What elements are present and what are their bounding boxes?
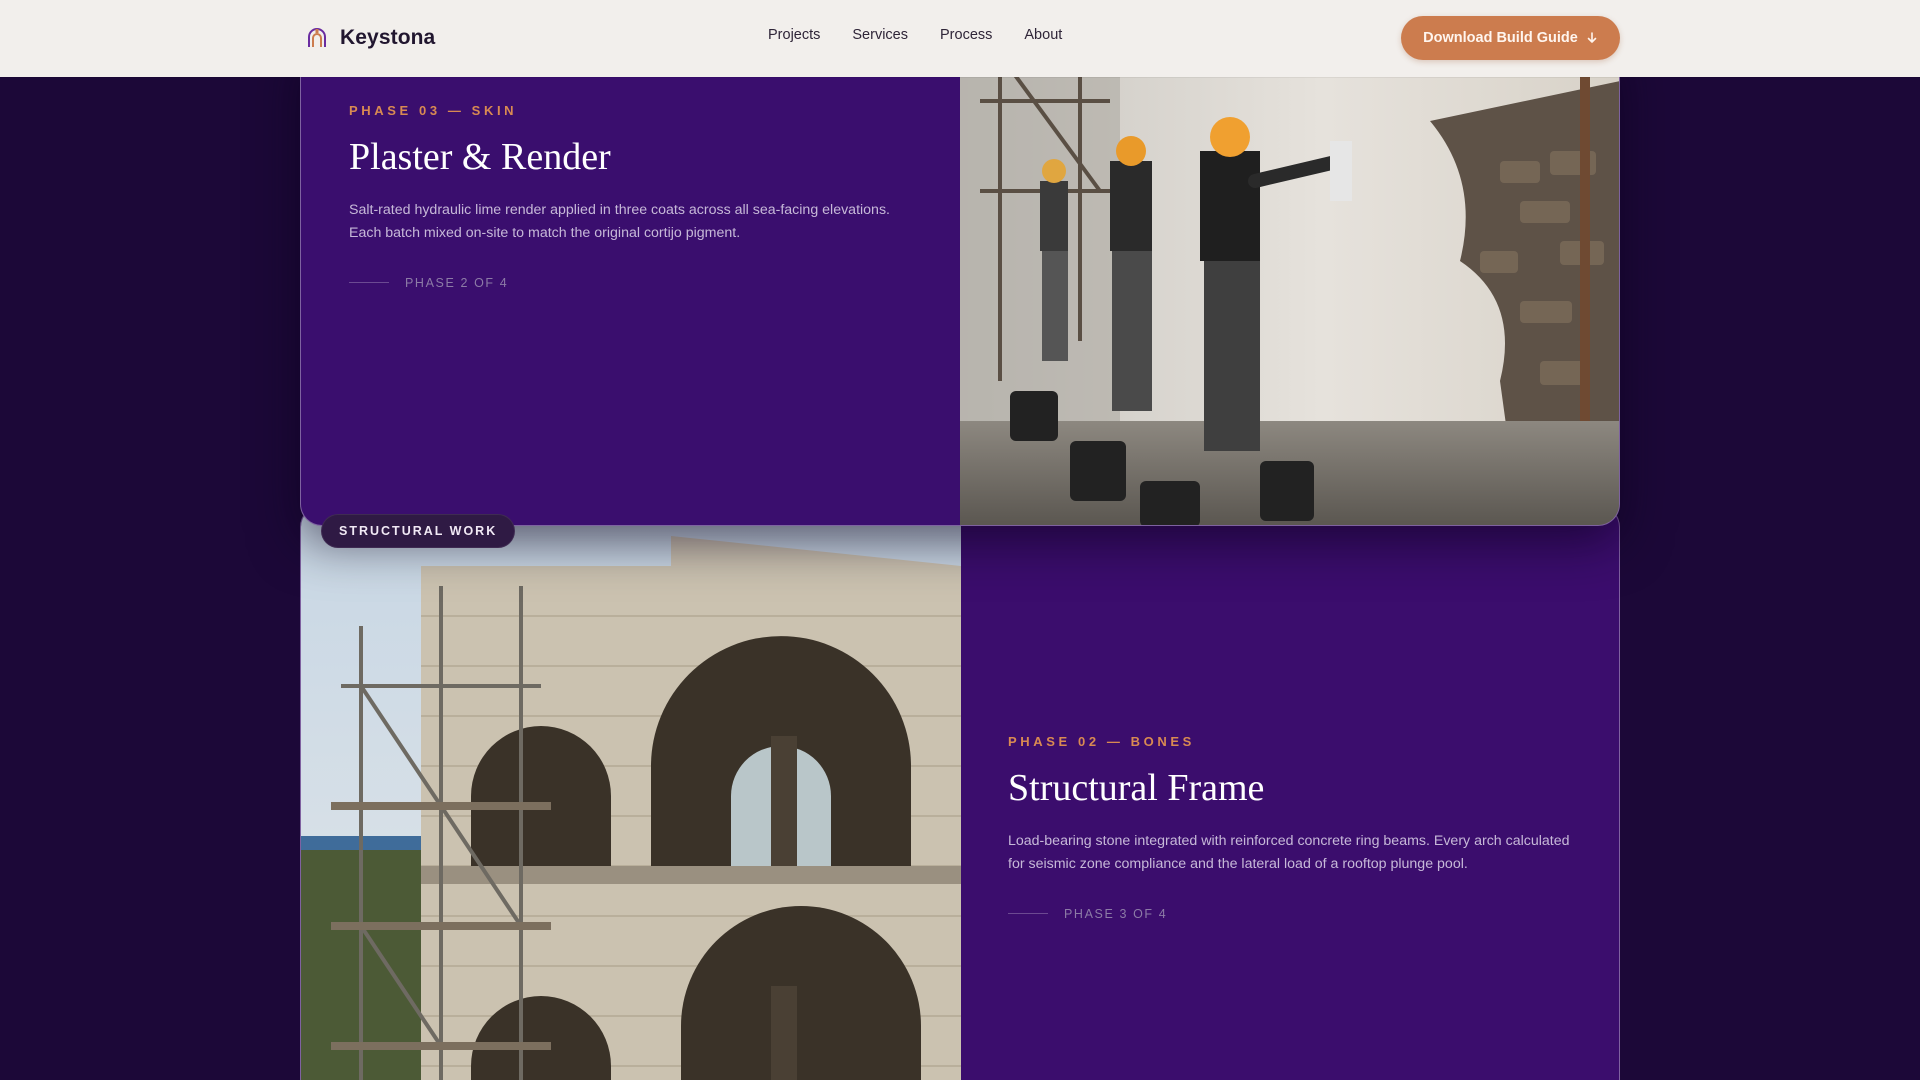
- phase-text-block: PHASE 02 — BONES Structural Frame Load-b…: [1008, 734, 1588, 921]
- phase-divider-line: [349, 282, 389, 284]
- phase-eyebrow: PHASE 02 — BONES: [1008, 734, 1195, 749]
- site-header: Keystona Projects Services Process About…: [0, 0, 1920, 77]
- arrow-down-icon: [1587, 32, 1597, 43]
- download-build-guide-button[interactable]: Download Build Guide: [1401, 16, 1620, 60]
- brand[interactable]: Keystona: [306, 22, 435, 54]
- nav-item-services[interactable]: Services: [852, 27, 908, 43]
- phase-divider-line: [1008, 913, 1048, 915]
- phase-card-structural-frame: PHASE 02 — BONES Structural Frame Load-b…: [300, 505, 1620, 1080]
- brand-name: Keystona: [340, 26, 436, 49]
- phase-indicator: PHASE 3 OF 4: [1008, 907, 1588, 921]
- category-badge: STRUCTURAL WORK: [321, 514, 516, 548]
- download-build-guide-label: Download Build Guide: [1423, 30, 1578, 46]
- structural-frame-photo: [301, 506, 961, 1080]
- phase-indicator: PHASE 2 OF 4: [349, 276, 929, 290]
- nav-item-projects[interactable]: Projects: [768, 27, 820, 43]
- phase-description: Load-bearing stone integrated with reinf…: [1008, 832, 1570, 872]
- phase-title: Structural Frame: [1008, 767, 1265, 809]
- main-nav: Projects Services Process About: [768, 27, 1062, 43]
- keystone-arch-logo-icon: [308, 28, 326, 47]
- stone-arches-illustration: [301, 506, 961, 1080]
- nav-item-process[interactable]: Process: [940, 27, 992, 43]
- phase-description: Salt-rated hydraulic lime render applied…: [349, 201, 890, 241]
- phase-card-plaster-render: PHASE 03 — SKIN Plaster & Render Salt-ra…: [300, 40, 1620, 526]
- phase-eyebrow: PHASE 03 — SKIN: [349, 103, 518, 118]
- phase-title: Plaster & Render: [349, 136, 611, 178]
- phase-counter: PHASE 3 OF 4: [1064, 906, 1168, 921]
- nav-item-about[interactable]: About: [1024, 27, 1062, 43]
- phase-counter: PHASE 2 OF 4: [405, 275, 509, 290]
- plaster-workers-illustration: [960, 41, 1619, 525]
- plaster-workers-photo: [960, 41, 1619, 525]
- phase-text-block: PHASE 03 — SKIN Plaster & Render Salt-ra…: [349, 103, 929, 290]
